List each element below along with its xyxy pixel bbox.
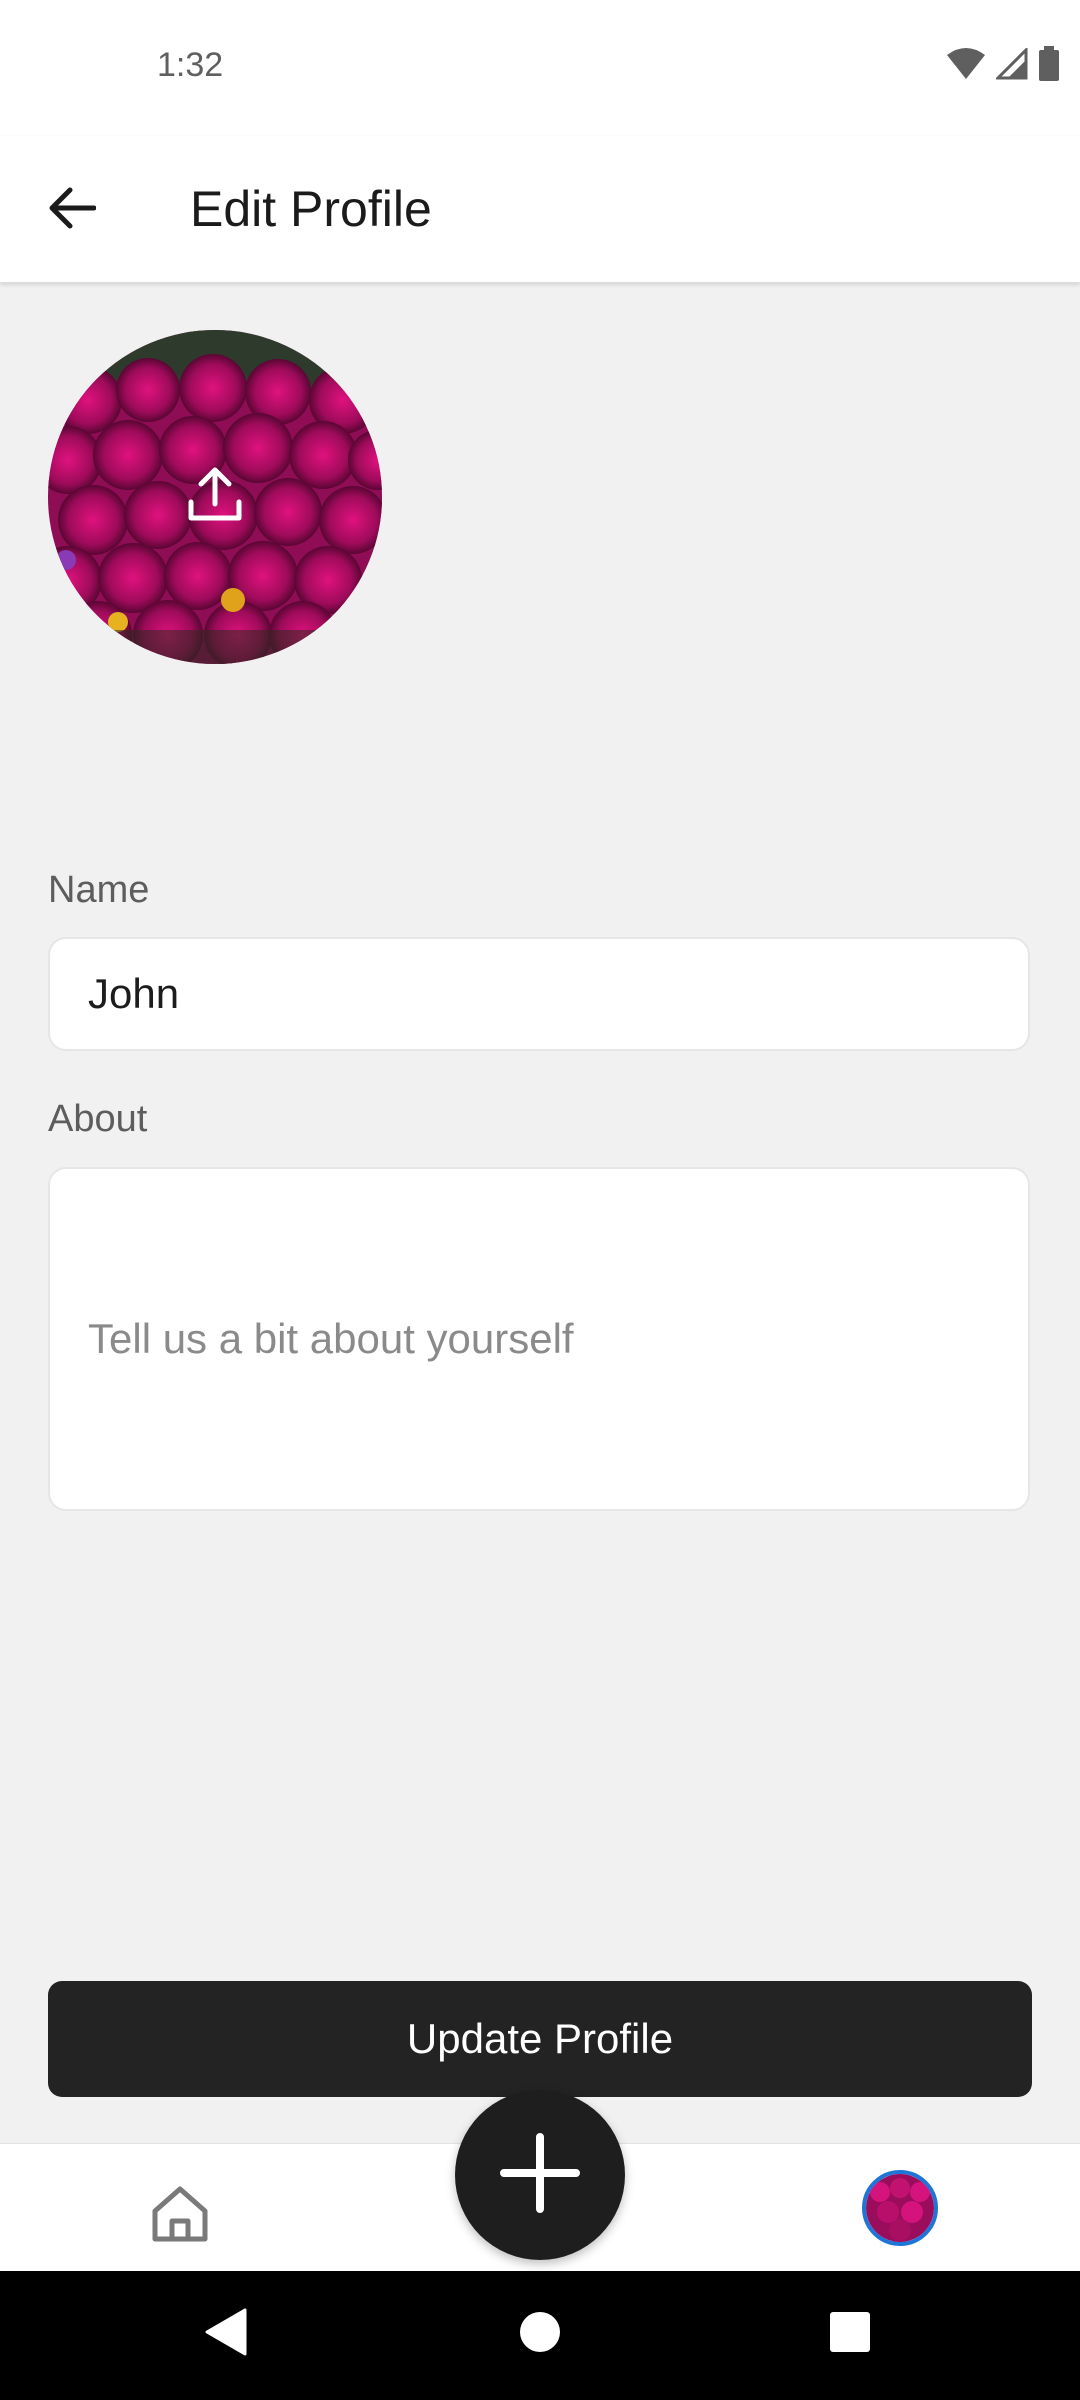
name-input[interactable]: John — [48, 937, 1030, 1051]
circle-home-icon — [518, 2310, 562, 2359]
create-fab-button[interactable] — [455, 2090, 625, 2260]
arrow-left-icon — [48, 186, 97, 235]
app-header: Edit Profile — [0, 136, 1080, 283]
name-label: Name — [48, 869, 150, 911]
about-label: About — [48, 1098, 148, 1140]
upload-icon — [185, 464, 245, 531]
status-bar: 1:32 — [0, 0, 1080, 136]
nav-home-button[interactable] — [140, 2176, 220, 2256]
system-navigation-bar — [0, 2271, 1080, 2400]
profile-avatar-upload[interactable] — [48, 330, 382, 664]
avatar-icon — [866, 2174, 934, 2242]
battery-icon — [1038, 46, 1060, 87]
about-textarea[interactable]: Tell us a bit about yourself — [48, 1167, 1030, 1511]
signal-icon — [994, 46, 1028, 85]
home-icon — [149, 2183, 211, 2250]
plus-icon — [498, 2131, 582, 2220]
square-recents-icon — [829, 2311, 871, 2358]
system-recents-button[interactable] — [815, 2299, 885, 2369]
system-back-button[interactable] — [190, 2299, 260, 2369]
status-icons — [946, 46, 1060, 87]
page-title: Edit Profile — [190, 181, 432, 237]
back-button[interactable] — [34, 172, 110, 248]
triangle-back-icon — [203, 2308, 247, 2361]
nav-profile-avatar[interactable] — [862, 2170, 938, 2246]
status-time: 1:32 — [157, 46, 224, 84]
wifi-icon — [946, 47, 986, 86]
about-placeholder: Tell us a bit about yourself — [88, 1315, 574, 1362]
avatar-upload-overlay — [48, 330, 382, 664]
update-profile-button[interactable]: Update Profile — [48, 1981, 1032, 2097]
system-home-button[interactable] — [505, 2299, 575, 2369]
